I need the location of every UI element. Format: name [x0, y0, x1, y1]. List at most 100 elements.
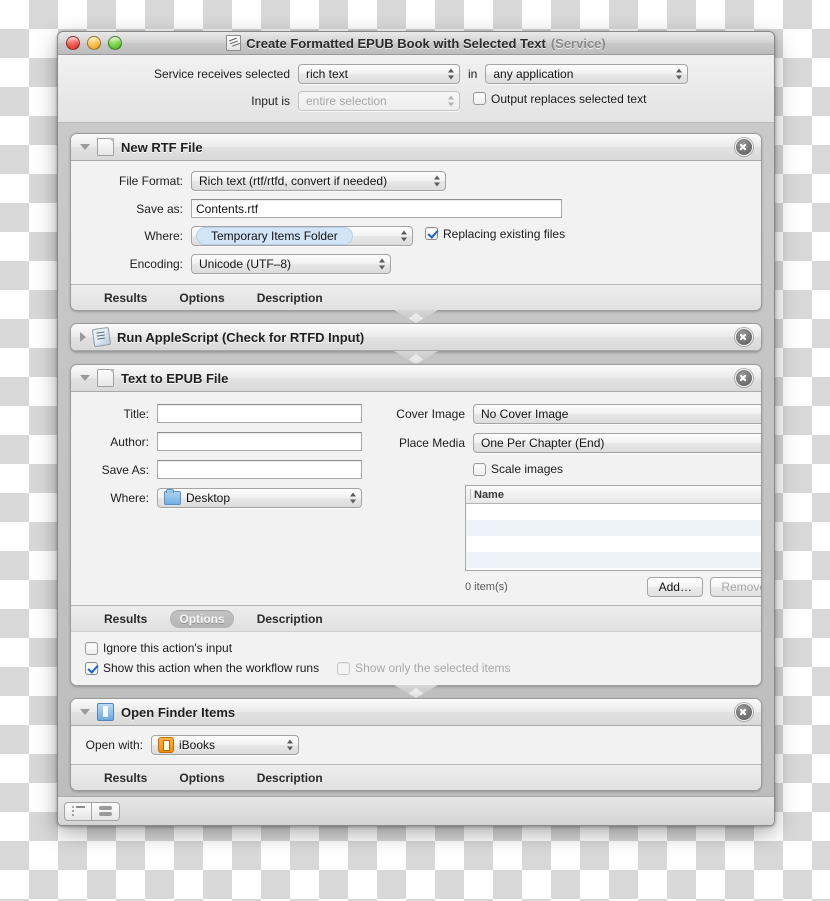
service-receives-select[interactable]: rich text — [298, 64, 460, 84]
chevron-updown-icon — [675, 68, 682, 81]
chevron-updown-icon — [447, 95, 454, 108]
service-input-label: Input is — [58, 94, 298, 108]
list-view-button[interactable] — [64, 802, 92, 821]
stacked-view-button[interactable] — [92, 802, 120, 821]
tab-results[interactable]: Results — [95, 769, 156, 787]
place-media-select[interactable]: One Per Chapter (End) — [473, 433, 762, 453]
tab-results[interactable]: Results — [95, 610, 156, 628]
minimize-window-button[interactable] — [87, 36, 101, 50]
media-list-header[interactable]: Name — [466, 486, 762, 504]
cover-image-row: Cover Image No Cover Image — [383, 404, 762, 424]
replacing-existing-files-checkbox[interactable]: Replacing existing files — [425, 227, 565, 241]
service-input-select[interactable]: entire selection — [298, 91, 460, 111]
tab-options[interactable]: Options — [170, 769, 233, 787]
list-item[interactable] — [466, 536, 762, 552]
remove-media-button[interactable]: Remove — [710, 577, 762, 597]
tab-description[interactable]: Description — [248, 610, 332, 628]
remove-action-button[interactable] — [735, 369, 753, 387]
place-media-row: Place Media One Per Chapter (End) — [383, 433, 762, 453]
tab-results[interactable]: Results — [95, 289, 156, 307]
stacked-bars-icon — [99, 806, 112, 817]
epub-saveas-input[interactable] — [157, 460, 362, 479]
media-list[interactable]: Name — [465, 485, 762, 571]
show-action-when-runs-checkbox[interactable]: Show this action when the workflow runs — [85, 661, 319, 675]
tab-options[interactable]: Options — [170, 610, 233, 628]
epub-where-row: Where: Desktop — [81, 488, 363, 508]
action-title: New RTF File — [121, 140, 735, 155]
show-only-selected-items-checkbox[interactable]: Show only the selected items — [337, 661, 510, 675]
action-body: Open with: iBooks — [71, 726, 761, 764]
disclosure-triangle-icon[interactable] — [80, 375, 90, 381]
encoding-select[interactable]: Unicode (UTF–8) — [191, 254, 391, 274]
tab-description[interactable]: Description — [248, 769, 332, 787]
disclosure-triangle-icon[interactable] — [80, 144, 90, 150]
file-format-select[interactable]: Rich text (rtf/rtfd, convert if needed) — [191, 171, 446, 191]
media-list-column-name: Name — [474, 489, 504, 501]
applescript-icon — [92, 327, 111, 347]
automator-window: Create Formatted EPUB Book with Selected… — [57, 31, 775, 826]
scale-images-label: Scale images — [491, 462, 563, 476]
output-replaces-checkbox-wrap: Output replaces selected text — [460, 92, 646, 111]
remove-action-button[interactable] — [735, 138, 753, 156]
chevron-updown-icon — [286, 739, 293, 752]
action-header[interactable]: Run AppleScript (Check for RTFD Input) — [71, 324, 761, 351]
window-title-text: Create Formatted EPUB Book with Selected… — [246, 36, 546, 51]
cover-image-label: Cover Image — [383, 407, 473, 421]
remove-action-button[interactable] — [735, 328, 753, 346]
document-proxy-icon — [226, 35, 241, 51]
media-item-count: 0 item(s) — [465, 581, 508, 593]
where-select[interactable]: Temporary Items Folder — [191, 226, 413, 246]
epub-title-input[interactable] — [157, 404, 362, 423]
scale-images-checkbox[interactable]: Scale images — [473, 462, 563, 476]
zoom-window-button[interactable] — [108, 36, 122, 50]
open-with-select[interactable]: iBooks — [151, 735, 299, 755]
list-item[interactable] — [466, 520, 762, 536]
save-as-input[interactable]: Contents.rtf — [191, 199, 562, 218]
action-header[interactable]: Open Finder Items — [71, 699, 761, 726]
cover-image-select[interactable]: No Cover Image — [473, 404, 762, 424]
action-open-finder-items: Open Finder Items Open with: iBooks Resu… — [70, 698, 762, 791]
epub-where-select[interactable]: Desktop — [157, 488, 362, 508]
tab-options[interactable]: Options — [170, 289, 233, 307]
epub-author-input[interactable] — [157, 432, 362, 451]
tab-description[interactable]: Description — [248, 289, 332, 307]
service-receives-value: rich text — [306, 67, 348, 81]
action-connector — [70, 686, 762, 698]
action-body: Title: Author: Save As: — [71, 392, 761, 605]
ignore-action-input-checkbox[interactable]: Ignore this action's input — [85, 641, 232, 655]
output-replaces-checkbox[interactable]: Output replaces selected text — [473, 92, 646, 106]
epub-document-icon — [97, 369, 114, 387]
save-as-label: Save as: — [71, 202, 191, 216]
open-with-row: Open with: iBooks — [71, 735, 761, 755]
action-connector — [70, 311, 762, 323]
add-media-button[interactable]: Add… — [647, 577, 703, 597]
list-item[interactable] — [466, 552, 762, 568]
epub-right-column: Cover Image No Cover Image Place Media O… — [383, 402, 762, 597]
close-window-button[interactable] — [66, 36, 80, 50]
disclosure-triangle-icon[interactable] — [80, 332, 86, 342]
action-header[interactable]: New RTF File — [71, 134, 761, 161]
epub-where-value: Desktop — [186, 491, 230, 505]
action-connector — [70, 352, 762, 364]
file-format-row: File Format: Rich text (rtf/rtfd, conver… — [71, 171, 761, 191]
remove-action-button[interactable] — [735, 703, 753, 721]
list-item[interactable] — [466, 504, 762, 520]
action-text-to-epub-file: Text to EPUB File Title: Author: — [70, 364, 762, 686]
show-action-when-runs-label: Show this action when the workflow runs — [103, 661, 319, 675]
chevron-updown-icon — [433, 175, 440, 188]
service-receives-label: Service receives selected — [58, 67, 298, 81]
service-input-row: Input is entire selection Output replace… — [58, 91, 774, 111]
epub-left-column: Title: Author: Save As: — [81, 402, 363, 597]
ignore-action-input-label: Ignore this action's input — [103, 641, 232, 655]
action-header[interactable]: Text to EPUB File — [71, 365, 761, 392]
scale-images-row: Scale images — [383, 462, 762, 476]
epub-author-row: Author: — [81, 432, 363, 451]
action-run-applescript: Run AppleScript (Check for RTFD Input) — [70, 323, 762, 352]
place-media-value: One Per Chapter (End) — [481, 436, 604, 450]
epub-title-label: Title: — [81, 407, 157, 421]
chevron-updown-icon — [400, 230, 407, 243]
service-application-select[interactable]: any application — [485, 64, 688, 84]
action-new-rtf-file: New RTF File File Format: Rich text (rtf… — [70, 133, 762, 311]
checkbox-box — [473, 92, 486, 105]
disclosure-triangle-icon[interactable] — [80, 709, 90, 715]
